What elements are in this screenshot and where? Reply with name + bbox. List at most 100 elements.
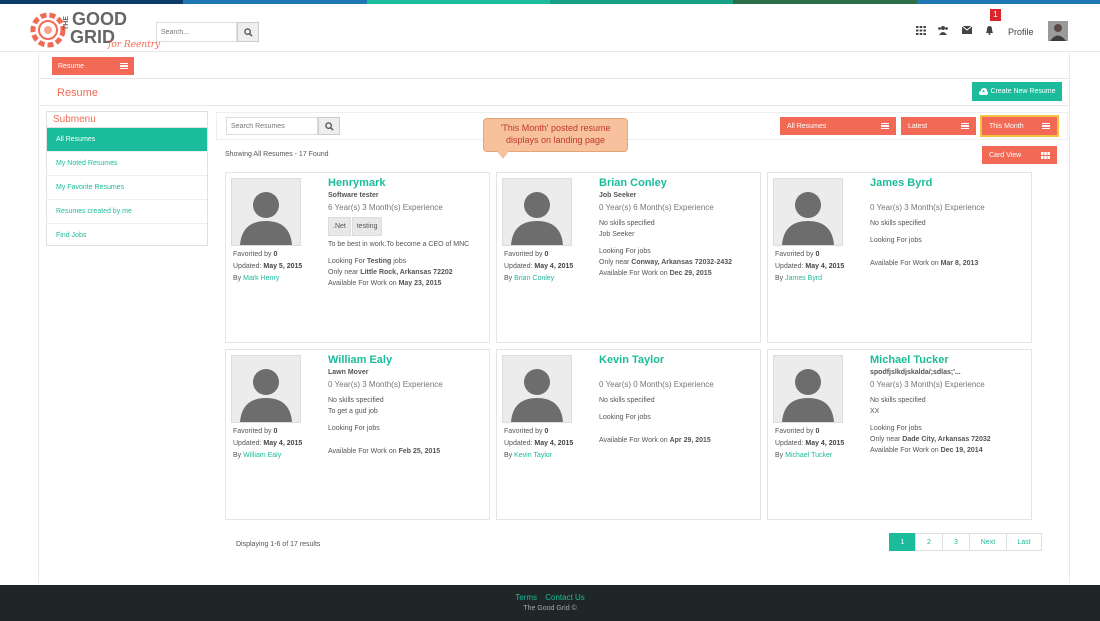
- annotation-callout: 'This Month' posted resume displays on l…: [483, 118, 628, 152]
- contact-us-link[interactable]: Contact Us: [545, 593, 585, 602]
- profile-placeholder-icon: [502, 355, 572, 423]
- profile-placeholder-icon: [773, 355, 843, 423]
- sidebar: Submenu All Resumes My Noted Resumes My …: [46, 111, 208, 246]
- favorited-count: 0: [273, 251, 278, 258]
- experience: 0 Year(s) 6 Month(s) Experience: [599, 203, 714, 212]
- author-link[interactable]: William Ealy: [243, 452, 281, 459]
- card-meta: Favorited by 0 Updated: May 4, 2015 By W…: [233, 428, 303, 459]
- looking-for: Looking For jobs: [870, 237, 922, 244]
- skills: No skills specified: [599, 397, 655, 404]
- profile-placeholder-icon: [231, 178, 301, 246]
- pagination: 1 2 3 Next Last: [889, 533, 1042, 551]
- latest-label: Latest: [908, 122, 928, 130]
- author-link[interactable]: James Byrd: [785, 275, 822, 282]
- author-link[interactable]: Kevin Taylor: [514, 452, 552, 459]
- this-month-dropdown[interactable]: This Month: [980, 115, 1059, 137]
- candidate-name[interactable]: Henrymark: [328, 176, 486, 190]
- avatar[interactable]: [1048, 21, 1068, 41]
- bell-icon[interactable]: [983, 24, 995, 36]
- resume-search-button[interactable]: [318, 117, 340, 135]
- resume-card[interactable]: Favorited by 0 Updated: May 4, 2015 By K…: [496, 349, 761, 520]
- page-2-button[interactable]: 2: [915, 533, 943, 551]
- location: Only near Conway, Arkansas 72032-2432: [599, 259, 733, 266]
- looking-for: Looking For jobs: [870, 425, 922, 432]
- candidate-title: [599, 367, 757, 378]
- apps-grid-icon[interactable]: [915, 24, 927, 36]
- experience: 0 Year(s) 0 Month(s) Experience: [599, 380, 714, 389]
- candidate-name[interactable]: Brian Conley: [599, 176, 757, 190]
- resume-card[interactable]: Favorited by 0 Updated: May 4, 2015 By M…: [767, 349, 1032, 520]
- card-meta: Favorited by 0 Updated: May 4, 2015 By B…: [504, 251, 574, 282]
- create-new-resume-button[interactable]: Create New Resume: [972, 82, 1062, 101]
- header-search-button[interactable]: [237, 22, 259, 42]
- terms-link[interactable]: Terms: [515, 593, 537, 602]
- candidate-name[interactable]: James Byrd: [870, 176, 1028, 190]
- page-3-button[interactable]: 3: [942, 533, 970, 551]
- skills: No skills specified: [870, 220, 926, 227]
- looking-for: Looking For Testing jobs: [328, 258, 407, 265]
- candidate-title: [870, 190, 1028, 201]
- logo-tagline: for Reentry: [108, 40, 161, 50]
- header-search-input[interactable]: [156, 22, 237, 42]
- next-page-button[interactable]: Next: [969, 533, 1007, 551]
- resume-nav-tab[interactable]: Resume: [52, 57, 134, 75]
- candidate-name[interactable]: Kevin Taylor: [599, 353, 757, 367]
- author-link[interactable]: Mark Henry: [243, 275, 279, 282]
- skill-tag: testing: [351, 217, 383, 236]
- this-month-label: This Month: [989, 122, 1024, 130]
- resume-card[interactable]: Favorited by 0 Updated: May 4, 2015 By J…: [767, 172, 1032, 343]
- title-row: Resume Create New Resume: [38, 80, 1070, 106]
- page-1-button[interactable]: 1: [889, 533, 916, 551]
- latest-dropdown[interactable]: Latest: [901, 117, 976, 135]
- resume-tab-label: Resume: [58, 62, 85, 70]
- availability: Available For Work on Mar 8, 2013: [870, 260, 979, 267]
- pagination-summary: Displaying 1-6 of 17 results: [236, 541, 321, 548]
- skills: No skills specified: [599, 220, 655, 227]
- page-title: Resume: [57, 87, 98, 99]
- card-meta: Favorited by 0 Updated: May 4, 2015 By M…: [775, 428, 845, 459]
- availability: Available For Work on May 23, 2015: [328, 280, 442, 287]
- logo-good: GOOD: [72, 9, 128, 29]
- author-link[interactable]: Brian Conley: [514, 275, 554, 282]
- list-icon: [1042, 123, 1050, 129]
- cloud-upload-icon: [978, 88, 988, 95]
- last-page-button[interactable]: Last: [1006, 533, 1042, 551]
- skills: No skills specified: [870, 397, 926, 404]
- experience: 6 Year(s) 3 Month(s) Experience: [328, 203, 443, 212]
- nav-row: Resume: [38, 53, 1070, 79]
- sidebar-item-find-jobs[interactable]: Find Jobs: [47, 224, 207, 248]
- card-meta: Favorited by 0 Updated: May 5, 2015 By M…: [233, 251, 303, 282]
- profile-placeholder-icon: [502, 178, 572, 246]
- availability: Available For Work on Dec 29, 2015: [599, 270, 712, 277]
- mail-icon[interactable]: [961, 24, 973, 36]
- footer: Terms Contact Us The Good Grid ©: [0, 585, 1100, 621]
- header-search: [156, 22, 259, 42]
- menu-icon: [120, 63, 128, 69]
- candidate-title: Job Seeker: [599, 192, 637, 199]
- resume-search: [226, 117, 340, 135]
- profile-link[interactable]: Profile: [1008, 27, 1034, 37]
- all-resumes-dropdown[interactable]: All Resumes: [780, 117, 896, 135]
- candidate-name[interactable]: William Ealy: [328, 353, 486, 367]
- list-icon: [961, 123, 969, 129]
- skills: No skills specified: [328, 397, 384, 404]
- location: Only near Dade City, Arkansas 72032: [870, 436, 991, 443]
- sidebar-item-noted-resumes[interactable]: My Noted Resumes: [47, 152, 207, 176]
- copyright: The Good Grid ©: [523, 605, 577, 612]
- sidebar-item-all-resumes[interactable]: All Resumes: [47, 128, 207, 152]
- sidebar-item-favorite-resumes[interactable]: My Favorite Resumes: [47, 176, 207, 200]
- resume-card[interactable]: Favorited by 0 Updated: May 4, 2015 By B…: [496, 172, 761, 343]
- logo[interactable]: THE GOOD GRID for Reentry: [28, 9, 161, 51]
- experience: 0 Year(s) 3 Month(s) Experience: [870, 380, 985, 389]
- sidebar-item-created-by-me[interactable]: Resumes created by me: [47, 200, 207, 224]
- resume-card[interactable]: Favorited by 0 Updated: May 4, 2015 By W…: [225, 349, 490, 520]
- card-view-toggle[interactable]: Card View: [982, 146, 1057, 164]
- sidebar-title: Submenu: [47, 112, 207, 128]
- author-link[interactable]: Michael Tucker: [785, 452, 832, 459]
- list-icon: [881, 123, 889, 129]
- candidate-name[interactable]: Michael Tucker: [870, 353, 1028, 367]
- all-resumes-label: All Resumes: [787, 122, 827, 130]
- resume-card[interactable]: Favorited by 0 Updated: May 5, 2015 By M…: [225, 172, 490, 343]
- users-icon[interactable]: [937, 24, 949, 36]
- resume-search-input[interactable]: [226, 117, 318, 135]
